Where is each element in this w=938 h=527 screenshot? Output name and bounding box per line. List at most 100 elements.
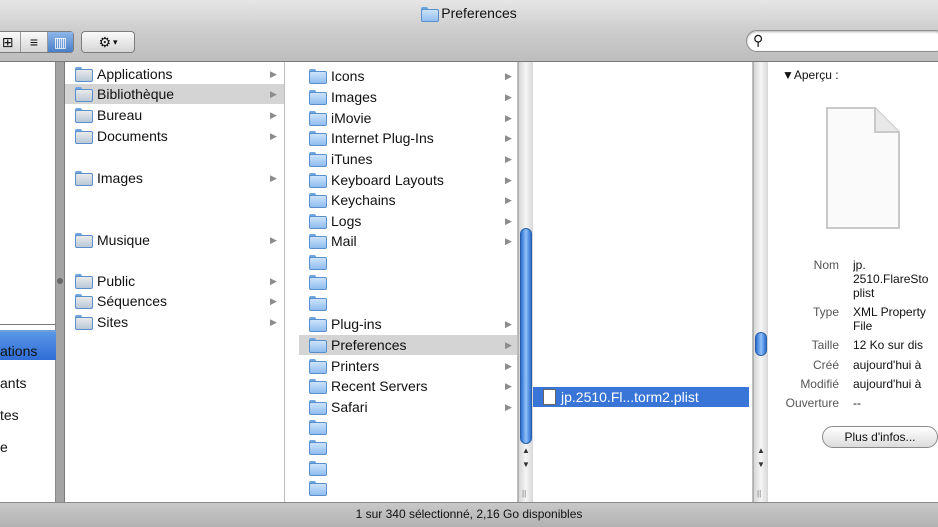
- list-item[interactable]: Preferences ▶: [299, 335, 517, 355]
- list-item-label: Keychains: [331, 192, 396, 208]
- chevron-right-icon: ▶: [505, 92, 512, 102]
- sites-folder-icon: [75, 315, 93, 330]
- info-label: Nom: [813, 258, 839, 272]
- folder-icon: [309, 69, 327, 84]
- chevron-right-icon: ▶: [270, 173, 277, 183]
- list-item[interactable]: Keyboard Layouts ▶: [299, 170, 517, 190]
- sidebar-splitter[interactable]: [56, 62, 64, 502]
- movies-folder-icon: [75, 294, 93, 309]
- public-folder-icon: [75, 274, 93, 289]
- column-view-button[interactable]: ▥: [47, 32, 73, 52]
- splitter-handle[interactable]: [57, 278, 63, 284]
- list-item[interactable]: Internet Plug-Ins ▶: [299, 128, 517, 148]
- list-item-label: Safari: [331, 399, 368, 415]
- info-value: aujourd'hui à: [853, 377, 922, 391]
- list-item-label: Preferences: [331, 337, 407, 353]
- list-item[interactable]: Safari ▶: [299, 397, 517, 417]
- list-item-label: Bureau: [97, 107, 143, 123]
- preview-heading[interactable]: ▼Aperçu :: [782, 68, 839, 82]
- icon-view-button[interactable]: ⊞: [0, 32, 22, 52]
- sidebar-item-documents[interactable]: ants: [0, 375, 26, 391]
- column-library: Icons ▶ Images ▶ iMovie ▶ Internet Plug-…: [299, 62, 518, 502]
- list-item[interactable]: Recent Servers ▶: [299, 376, 517, 396]
- info-size-row: Taille 12 Ko sur dis: [768, 338, 938, 354]
- chevron-right-icon: ▶: [505, 216, 512, 226]
- more-info-button[interactable]: Plus d'infos...: [822, 426, 938, 448]
- scrollbar-thumb[interactable]: [520, 228, 532, 444]
- chevron-right-icon: ▶: [505, 154, 512, 164]
- search-input[interactable]: [769, 33, 938, 49]
- list-item[interactable]: Keychains ▶: [299, 190, 517, 210]
- info-label: Type: [812, 305, 839, 319]
- sidebar-item-applications[interactable]: ations: [0, 343, 37, 359]
- scroll-up-arrow[interactable]: ▲: [519, 444, 533, 458]
- folder-icon: [309, 255, 327, 270]
- list-item[interactable]: iTunes ▶: [299, 149, 517, 169]
- chevron-right-icon: ▶: [270, 69, 277, 79]
- info-label: Créé: [812, 358, 839, 372]
- chevron-right-icon: ▶: [270, 276, 277, 286]
- sidebar-item-other[interactable]: e: [0, 439, 8, 455]
- chevron-right-icon: ▶: [505, 361, 512, 371]
- list-item[interactable]: Séquences ▶: [65, 291, 284, 311]
- sidebar-item-sequences[interactable]: tes: [0, 407, 19, 423]
- folder-icon: [309, 420, 327, 435]
- search-field[interactable]: ⚲: [746, 30, 938, 52]
- scrollbar-thumb[interactable]: [755, 332, 767, 356]
- scroll-down-arrow[interactable]: ▼: [519, 458, 533, 472]
- list-item-label: Bibliothèque: [97, 86, 175, 102]
- list-item[interactable]: Applications ▶: [65, 64, 284, 84]
- column-resize-handle[interactable]: ||: [757, 489, 761, 498]
- folder-icon: [309, 440, 327, 455]
- list-item-label: Sites: [97, 314, 129, 330]
- folder-icon: [309, 275, 327, 290]
- status-text: 1 sur 340 sélectionné, 2,16 Go disponibl…: [355, 507, 583, 521]
- chevron-right-icon: ▶: [270, 296, 277, 306]
- column-library-scrollbar[interactable]: ▲ ▼ ||: [518, 62, 533, 502]
- list-item[interactable]: Printers ▶: [299, 356, 517, 376]
- folder-icon: [309, 193, 327, 208]
- column-preferences-scrollbar[interactable]: ▲ ▼ ||: [753, 62, 768, 502]
- list-item[interactable]: Mail ▶: [299, 231, 517, 251]
- list-item[interactable]: Logs ▶: [299, 211, 517, 231]
- list-item[interactable]: iMovie ▶: [299, 108, 517, 128]
- list-item-label: Documents: [97, 128, 168, 144]
- info-label: Modifié: [800, 377, 839, 391]
- chevron-right-icon: ▶: [505, 381, 512, 391]
- list-item[interactable]: Plug-ins ▶: [299, 314, 517, 334]
- list-view-button[interactable]: ≡: [21, 32, 48, 52]
- list-item-label: Applications: [97, 66, 173, 82]
- list-item[interactable]: Bibliothèque ▶: [65, 84, 284, 104]
- action-menu-button[interactable]: ⚙ ▾: [81, 31, 135, 53]
- list-item-label: Public: [97, 273, 136, 289]
- folder-icon: [309, 296, 327, 311]
- list-item[interactable]: Bureau ▶: [65, 105, 284, 125]
- list-item-selected-file[interactable]: jp.2510.Fl...torm2.plist: [533, 387, 749, 407]
- list-item[interactable]: Images ▶: [299, 87, 517, 107]
- info-name-row: Nom jp. 2510.FlareSto plist: [768, 258, 938, 302]
- folder-icon: [309, 152, 327, 167]
- list-item-label: Séquences: [97, 293, 168, 309]
- list-item-label: Logs: [331, 213, 362, 229]
- chevron-right-icon: ▶: [505, 340, 512, 350]
- search-icon: ⚲: [753, 32, 764, 48]
- list-item[interactable]: Documents ▶: [65, 126, 284, 146]
- folder-icon: [309, 234, 327, 249]
- list-item[interactable]: Public ▶: [65, 271, 284, 291]
- list-view-icon: ≡: [29, 34, 39, 50]
- list-item[interactable]: Images ▶: [65, 168, 284, 188]
- list-item[interactable]: Icons ▶: [299, 66, 517, 86]
- chevron-right-icon: ▶: [270, 110, 277, 120]
- list-item-label: Internet Plug-Ins: [331, 130, 434, 146]
- column-resize-handle[interactable]: ||: [522, 489, 526, 498]
- chevron-right-icon: ▶: [505, 133, 512, 143]
- chevron-right-icon: ▶: [270, 131, 277, 141]
- scroll-up-arrow[interactable]: ▲: [754, 444, 768, 458]
- scroll-down-arrow[interactable]: ▼: [754, 458, 768, 472]
- folder-icon: [421, 7, 440, 22]
- toolbar: Preferences ⊞ ≡ ▥ ⚙ ▾ ⚲: [0, 0, 938, 62]
- list-item[interactable]: Sites ▶: [65, 312, 284, 332]
- column-home: Applications ▶ Bibliothèque ▶ Bureau ▶ D…: [65, 62, 285, 502]
- list-item[interactable]: Musique ▶: [65, 230, 284, 250]
- list-item-label: Mail: [331, 233, 357, 249]
